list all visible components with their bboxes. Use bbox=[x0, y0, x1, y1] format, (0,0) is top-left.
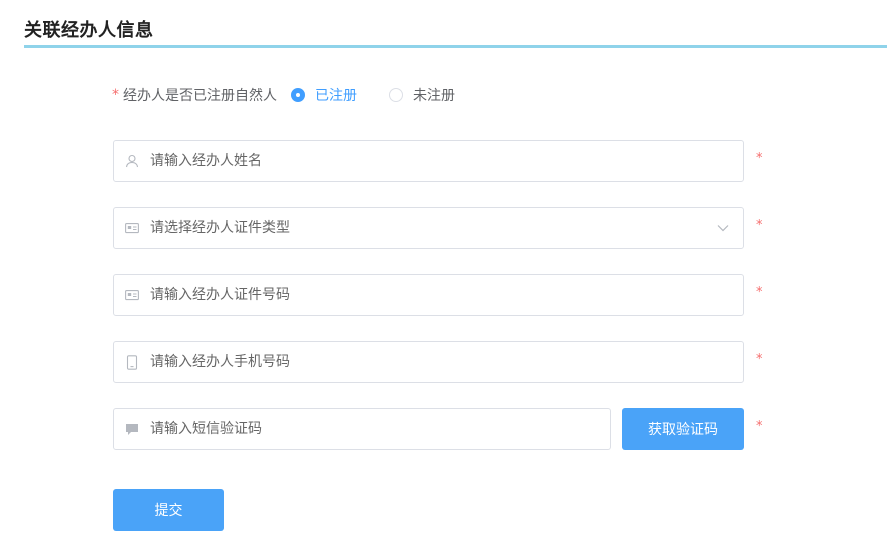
registration-radio-group: * 经办人是否已注册自然人 已注册 未注册 bbox=[112, 84, 487, 106]
id-card-icon bbox=[114, 208, 150, 248]
phone-field[interactable] bbox=[113, 341, 744, 383]
registration-question: 经办人是否已注册自然人 bbox=[123, 88, 277, 104]
chevron-down-icon[interactable] bbox=[703, 208, 743, 248]
sms-code-required-mark: * bbox=[756, 419, 763, 434]
name-input[interactable] bbox=[150, 141, 743, 181]
get-code-button[interactable]: 获取验证码 bbox=[622, 408, 744, 450]
message-icon bbox=[114, 409, 150, 449]
name-field[interactable] bbox=[113, 140, 744, 182]
id-type-select[interactable] bbox=[113, 207, 744, 249]
submit-button[interactable]: 提交 bbox=[113, 489, 224, 531]
id-card-icon bbox=[114, 275, 150, 315]
radio-checked-icon[interactable] bbox=[291, 88, 305, 102]
radio-unchecked-icon[interactable] bbox=[389, 88, 403, 102]
id-type-required-mark: * bbox=[756, 218, 763, 233]
user-icon bbox=[114, 141, 150, 181]
id-number-required-mark: * bbox=[756, 285, 763, 300]
sms-code-field[interactable] bbox=[113, 408, 611, 450]
radio-registered-label[interactable]: 已注册 bbox=[315, 85, 357, 105]
phone-required-mark: * bbox=[756, 352, 763, 367]
radio-registered[interactable]: 已注册 bbox=[291, 85, 357, 105]
required-mark: * bbox=[112, 87, 119, 103]
phone-icon bbox=[114, 342, 150, 382]
title-underline bbox=[24, 45, 887, 48]
radio-unregistered[interactable]: 未注册 bbox=[389, 85, 455, 105]
radio-unregistered-label[interactable]: 未注册 bbox=[413, 85, 455, 105]
id-number-input[interactable] bbox=[150, 275, 743, 315]
id-number-field[interactable] bbox=[113, 274, 744, 316]
phone-input[interactable] bbox=[150, 342, 743, 382]
id-type-input[interactable] bbox=[150, 208, 703, 248]
sms-code-input[interactable] bbox=[150, 409, 610, 449]
section-title: 关联经办人信息 bbox=[24, 20, 154, 41]
name-required-mark: * bbox=[756, 151, 763, 166]
